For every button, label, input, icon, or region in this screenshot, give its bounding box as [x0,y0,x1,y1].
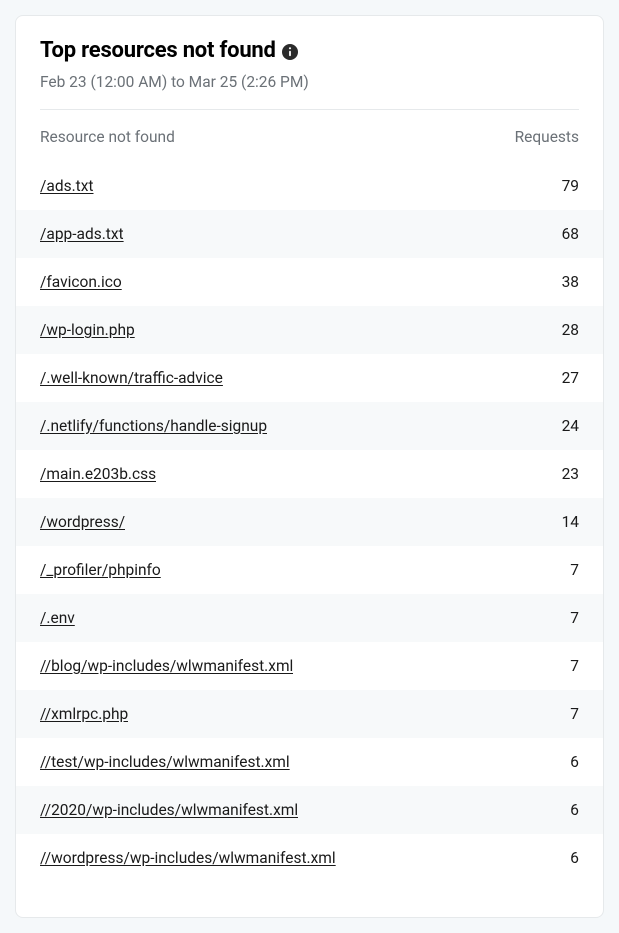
requests-value: 6 [570,849,579,867]
resource-link[interactable]: //wordpress/wp-includes/wlwmanifest.xml [40,849,336,867]
requests-value: 6 [570,801,579,819]
requests-value: 28 [562,321,579,339]
date-range: Feb 23 (12:00 AM) to Mar 25 (2:26 PM) [40,73,579,91]
requests-value: 14 [562,513,579,531]
requests-value: 23 [562,465,579,483]
resource-link[interactable]: /wp-login.php [40,321,135,339]
table-row: /_profiler/phpinfo 7 [16,546,603,594]
requests-value: 27 [562,369,579,387]
resource-link[interactable]: //2020/wp-includes/wlwmanifest.xml [40,801,298,819]
resource-link[interactable]: /app-ads.txt [40,225,124,243]
resource-link[interactable]: //test/wp-includes/wlwmanifest.xml [40,753,290,771]
table-row: //2020/wp-includes/wlwmanifest.xml 6 [16,786,603,834]
column-requests-label: Requests [515,128,579,146]
requests-value: 24 [562,417,579,435]
resource-link[interactable]: /wordpress/ [40,513,125,531]
resources-not-found-card: Top resources not found Feb 23 (12:00 AM… [15,15,604,918]
requests-value: 38 [562,273,579,291]
card-header: Top resources not found Feb 23 (12:00 AM… [40,38,579,110]
requests-value: 68 [562,225,579,243]
table-row: /ads.txt 79 [16,162,603,210]
resource-link[interactable]: /favicon.ico [40,273,122,291]
resource-link[interactable]: /main.e203b.css [40,465,156,483]
card-title: Top resources not found [40,38,276,63]
column-resource-label: Resource not found [40,128,175,146]
table-row: //xmlrpc.php 7 [16,690,603,738]
table-row: /app-ads.txt 68 [16,210,603,258]
requests-value: 7 [570,609,579,627]
rows-container: /ads.txt 79/app-ads.txt 68/favicon.ico 38/w… [16,162,603,897]
table-row: /wordpress/14 [16,498,603,546]
title-row: Top resources not found [40,38,579,63]
resource-link[interactable]: /.netlify/functions/handle-signup [40,417,267,435]
table-header: Resource not found Requests [40,110,579,162]
table-row: /.well-known/traffic-advice 27 [16,354,603,402]
requests-value: 7 [570,705,579,723]
resource-link[interactable]: /.well-known/traffic-advice [40,369,223,387]
resource-link[interactable]: /.env [40,609,75,627]
table-row: //blog/wp-includes/wlwmanifest.xml 7 [16,642,603,690]
resource-link[interactable]: /_profiler/phpinfo [40,561,161,579]
table-row: /.env 7 [16,594,603,642]
table-row: /.netlify/functions/handle-signup 24 [16,402,603,450]
requests-value: 7 [570,657,579,675]
table-row: /main.e203b.css 23 [16,450,603,498]
info-icon[interactable] [282,44,298,60]
resource-link[interactable]: //blog/wp-includes/wlwmanifest.xml [40,657,293,675]
table-row: /favicon.ico 38 [16,258,603,306]
table-row: /wp-login.php 28 [16,306,603,354]
table-row: //wordpress/wp-includes/wlwmanifest.xml 6 [16,834,603,882]
requests-value: 79 [562,177,579,195]
resource-link[interactable]: //xmlrpc.php [40,705,128,723]
requests-value: 7 [570,561,579,579]
resource-link[interactable]: /ads.txt [40,177,94,195]
table-row: //test/wp-includes/wlwmanifest.xml 6 [16,738,603,786]
requests-value: 6 [570,753,579,771]
